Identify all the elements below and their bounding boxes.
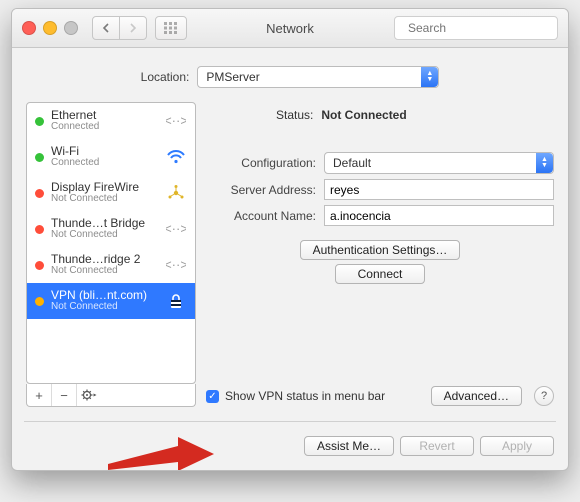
service-status: Connected [51, 121, 165, 133]
service-status: Not Connected [51, 301, 165, 313]
revert-button[interactable]: Revert [400, 436, 474, 456]
status-dot-icon [35, 225, 44, 234]
nav-back-forward [92, 16, 147, 40]
divider [24, 421, 556, 422]
service-status: Connected [51, 157, 165, 169]
sidebar-item-thunderbolt-2[interactable]: Thunde…ridge 2 Not Connected <··> [27, 247, 195, 283]
status-dot-icon [35, 117, 44, 126]
configuration-row: Configuration: Default ▲▼ [206, 152, 554, 174]
sidebar-toolbar: + − [26, 384, 196, 407]
apply-button[interactable]: Apply [480, 436, 554, 456]
configuration-label: Configuration: [206, 156, 316, 170]
grid-icon [164, 22, 178, 34]
thunderbolt-icon: <··> [165, 256, 187, 274]
services-list: Ethernet Connected <··> Wi-Fi Connected [26, 102, 196, 384]
help-button[interactable]: ? [534, 386, 554, 406]
popup-arrows-icon: ▲▼ [536, 153, 553, 173]
status-dot-icon [35, 297, 44, 306]
popup-arrows-icon: ▲▼ [421, 67, 438, 87]
remove-service-button[interactable]: − [52, 384, 77, 406]
wifi-icon [165, 149, 187, 165]
status-dot-icon [35, 153, 44, 162]
zoom-window-button[interactable] [64, 21, 78, 35]
svg-text:<··>: <··> [166, 257, 186, 272]
location-value: PMServer [206, 70, 259, 84]
assist-me-button[interactable]: Assist Me… [304, 436, 394, 456]
sidebar-item-thunderbolt-1[interactable]: Thunde…t Bridge Not Connected <··> [27, 211, 195, 247]
account-name-row: Account Name: [206, 205, 554, 226]
back-button[interactable] [92, 16, 120, 40]
sidebar-item-wifi[interactable]: Wi-Fi Connected [27, 139, 195, 175]
location-popup[interactable]: PMServer ▲▼ [197, 66, 439, 88]
gear-icon [81, 389, 97, 401]
location-label: Location: [141, 70, 190, 84]
location-row: Location: PMServer ▲▼ [26, 66, 554, 88]
footer-buttons: Assist Me… Revert Apply [26, 436, 554, 456]
server-address-label: Server Address: [206, 183, 316, 197]
thunderbolt-icon: <··> [165, 220, 187, 238]
chevron-right-icon [129, 23, 137, 33]
configuration-value: Default [333, 156, 371, 170]
add-service-button[interactable]: + [27, 384, 52, 406]
minimize-window-button[interactable] [43, 21, 57, 35]
close-window-button[interactable] [22, 21, 36, 35]
connect-button-row: Connect [206, 264, 554, 284]
ethernet-icon: <··> [165, 112, 187, 130]
services-sidebar: Ethernet Connected <··> Wi-Fi Connected [26, 102, 196, 407]
vpn-lock-icon [165, 292, 187, 310]
account-name-input[interactable] [324, 205, 554, 226]
svg-text:<··>: <··> [166, 221, 186, 236]
auth-button-row: Authentication Settings… [206, 240, 554, 260]
search-field[interactable] [394, 16, 558, 40]
sidebar-item-vpn[interactable]: VPN (bli…nt.com) Not Connected [27, 283, 195, 319]
sidebar-item-ethernet[interactable]: Ethernet Connected <··> [27, 103, 195, 139]
service-name: Ethernet [51, 109, 165, 121]
status-dot-icon [35, 189, 44, 198]
show-all-button[interactable] [155, 16, 187, 40]
authentication-settings-button[interactable]: Authentication Settings… [300, 240, 461, 260]
server-address-row: Server Address: [206, 179, 554, 200]
service-name: Display FireWire [51, 181, 165, 193]
advanced-button[interactable]: Advanced… [431, 386, 522, 406]
prefpane-body: Location: PMServer ▲▼ Ethernet Connected [12, 48, 568, 470]
network-prefpane-window: Network Location: PMServer ▲▼ Etherne [11, 8, 569, 471]
service-status: Not Connected [51, 265, 165, 277]
status-dot-icon [35, 261, 44, 270]
connect-button[interactable]: Connect [335, 264, 425, 284]
details-pane: Status: Not Connected Configuration: Def… [206, 102, 554, 406]
service-name: Thunde…ridge 2 [51, 253, 165, 265]
service-status: Not Connected [51, 193, 165, 205]
titlebar: Network [12, 9, 568, 48]
chevron-left-icon [102, 23, 110, 33]
status-label: Status: [276, 108, 313, 122]
service-name: Wi-Fi [51, 145, 165, 157]
service-status: Not Connected [51, 229, 165, 241]
window-controls [22, 21, 78, 35]
configuration-popup[interactable]: Default ▲▼ [324, 152, 554, 174]
firewire-icon [165, 184, 187, 202]
server-address-input[interactable] [324, 179, 554, 200]
pane-bottom-row: ✓ Show VPN status in menu bar Advanced… … [206, 386, 554, 406]
show-vpn-menubar-checkbox[interactable]: ✓ [206, 390, 219, 403]
show-vpn-menubar-label: Show VPN status in menu bar [225, 389, 425, 403]
search-input[interactable] [406, 20, 565, 36]
svg-text:<··>: <··> [166, 113, 186, 128]
forward-button[interactable] [119, 16, 147, 40]
status-value: Not Connected [321, 108, 406, 122]
service-name: VPN (bli…nt.com) [51, 289, 165, 301]
status-row: Status: Not Connected [206, 108, 554, 122]
sidebar-item-firewire[interactable]: Display FireWire Not Connected [27, 175, 195, 211]
account-name-label: Account Name: [206, 209, 316, 223]
service-options-button[interactable] [77, 384, 101, 406]
service-name: Thunde…t Bridge [51, 217, 165, 229]
